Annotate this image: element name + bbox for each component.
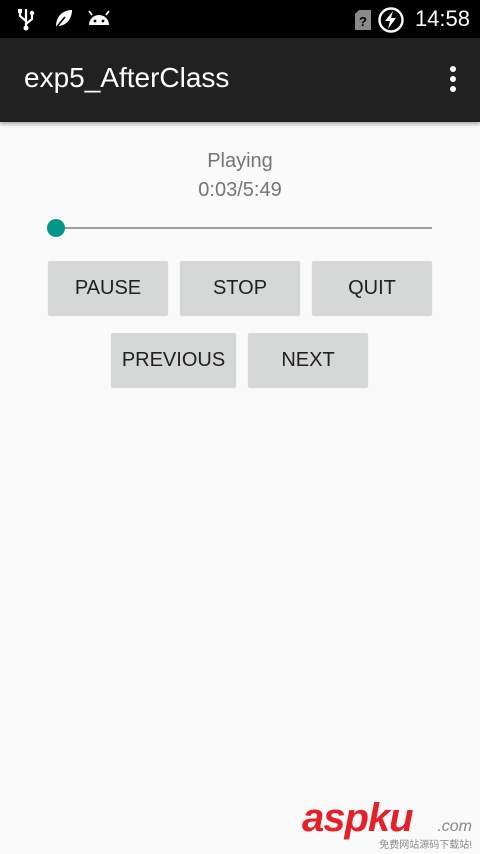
seek-track <box>52 227 432 229</box>
playback-state: Playing <box>207 150 273 172</box>
next-button[interactable]: NEXT <box>248 333 368 387</box>
app-title: exp5_AfterClass <box>24 62 230 93</box>
stop-button[interactable]: STOP <box>180 261 300 315</box>
svg-text:?: ? <box>359 14 367 29</box>
overflow-menu-icon[interactable] <box>448 66 458 96</box>
app-bar: exp5_AfterClass <box>0 38 480 122</box>
battery-charging-icon <box>378 7 404 33</box>
playback-time: 0:03/5:49 <box>198 179 282 201</box>
watermark-tagline: 免费网站源码下载站! <box>379 840 472 851</box>
pause-button[interactable]: PAUSE <box>48 261 168 315</box>
clock: 14:58 <box>414 6 470 31</box>
no-sim-icon: ? <box>355 10 371 30</box>
previous-button[interactable]: PREVIOUS <box>111 333 236 387</box>
watermark-logo: aspku .com 免费网站源码下载站! <box>302 796 472 851</box>
seek-bar[interactable] <box>44 218 432 240</box>
quit-button[interactable]: QUIT <box>312 261 432 315</box>
watermark-domain: .com <box>437 818 472 835</box>
android-icon <box>88 10 110 25</box>
status-bar: ? 14:58 <box>0 0 480 38</box>
usb-icon <box>18 9 35 31</box>
leaf-icon <box>54 10 72 30</box>
watermark-brand: aspku <box>302 796 414 840</box>
seek-thumb[interactable] <box>47 219 65 237</box>
